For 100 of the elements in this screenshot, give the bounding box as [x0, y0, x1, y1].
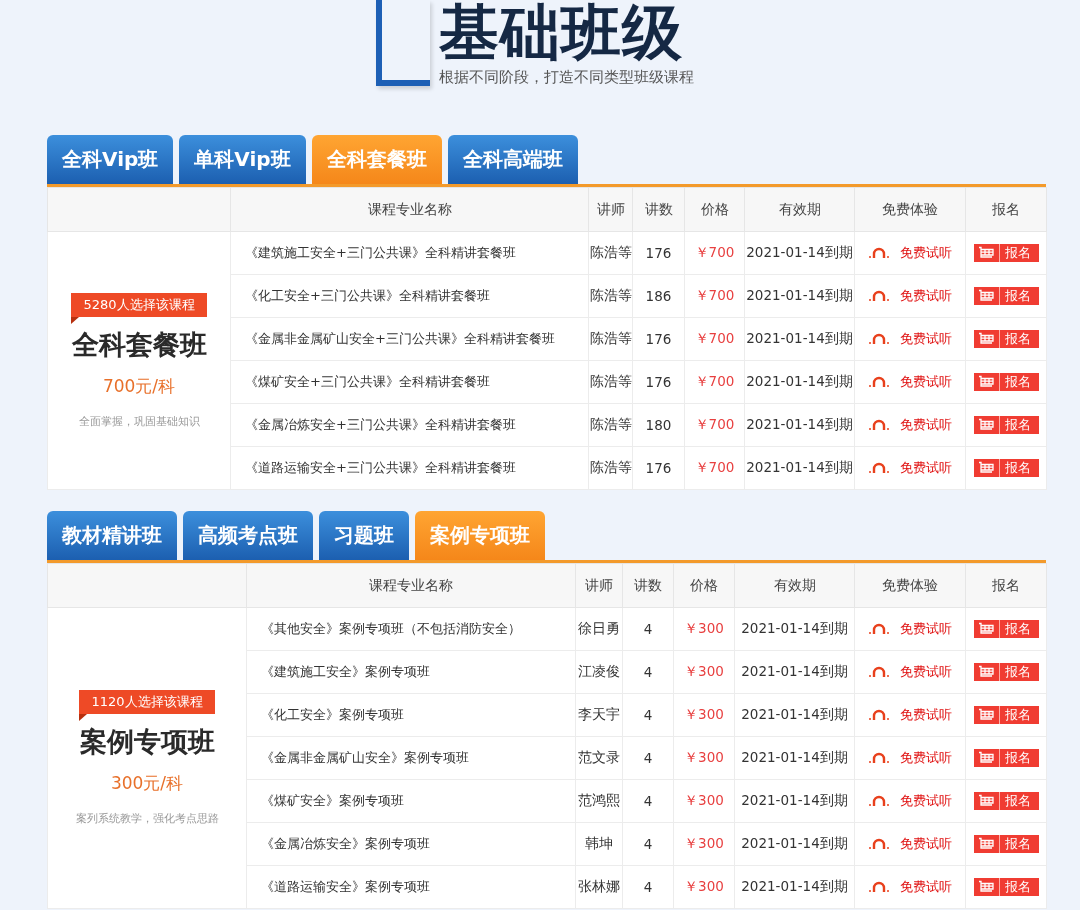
lecture-count: 176 [632, 446, 685, 490]
price-cell: ￥300 [673, 779, 735, 823]
signup-button[interactable]: 报名 [973, 619, 1039, 638]
signup-button[interactable]: 报名 [973, 243, 1039, 262]
course-tab[interactable]: 习题班 [319, 511, 409, 560]
course-name: 《金属非金属矿山安全+三门公共课》全科精讲套餐班 [230, 317, 589, 361]
column-header: 价格 [684, 187, 745, 232]
page-subtitle: 根据不同阶段，打造不同类型班级课程 [439, 68, 694, 87]
lecturer-cell: 陈浩等 [588, 231, 633, 275]
headphones-icon [868, 374, 890, 389]
price-cell: ￥700 [684, 317, 745, 361]
lecturer-cell: 陈浩等 [588, 317, 633, 361]
page-title: 基础班级 [439, 0, 684, 64]
course-name: 《煤矿安全+三门公共课》全科精讲套餐班 [230, 360, 589, 404]
cart-icon [977, 880, 994, 894]
column-header: 报名 [965, 187, 1047, 232]
price-cell: ￥700 [684, 360, 745, 404]
lecturer-cell: 陈浩等 [588, 360, 633, 404]
column-header: 报名 [965, 563, 1047, 608]
lecture-count: 186 [632, 274, 685, 318]
lecture-count: 4 [622, 865, 674, 909]
ribbon-fold [79, 714, 88, 721]
validity-cell: 2021-01-14到期 [744, 274, 855, 318]
headphones-icon [868, 707, 890, 722]
validity-cell: 2021-01-14到期 [734, 865, 855, 909]
headphones-icon [868, 417, 890, 432]
column-header: 课程专业名称 [246, 563, 576, 608]
course-tab[interactable]: 全科Vip班 [47, 135, 174, 184]
package-description: 案列系统教学，强化考点思路 [75, 811, 219, 826]
lecturer-cell: 陈浩等 [588, 446, 633, 490]
cart-icon [977, 837, 994, 851]
cart-icon [977, 289, 994, 303]
course-name: 《金属非金属矿山安全》案例专项班 [246, 736, 576, 780]
package-price: 700元/科 [102, 374, 176, 398]
signup-button[interactable]: 报名 [973, 329, 1039, 348]
course-tab[interactable]: 单科Vip班 [179, 135, 306, 184]
headphones-icon [868, 793, 890, 808]
package-title: 案例专项班 [79, 725, 215, 759]
lecturer-cell: 韩坤 [575, 822, 623, 866]
lecturer-cell: 徐日勇 [575, 607, 623, 651]
cart-icon [977, 332, 994, 346]
column-header: 讲数 [632, 187, 685, 232]
headphones-icon [868, 664, 890, 679]
signup-button[interactable]: 报名 [973, 791, 1039, 810]
lecture-count: 4 [622, 693, 674, 737]
headphones-icon [868, 288, 890, 303]
validity-cell: 2021-01-14到期 [734, 693, 855, 737]
column-header: 讲师 [588, 187, 633, 232]
signup-button[interactable]: 报名 [973, 286, 1039, 305]
signup-button[interactable]: 报名 [973, 415, 1039, 434]
validity-cell: 2021-01-14到期 [744, 317, 855, 361]
lecture-count: 4 [622, 736, 674, 780]
course-name: 《化工安全+三门公共课》全科精讲套餐班 [230, 274, 589, 318]
cart-icon [977, 461, 994, 475]
course-tab[interactable]: 全科高端班 [447, 135, 578, 184]
cart-icon [977, 418, 994, 432]
column-header: 讲数 [622, 563, 674, 608]
column-header: 免费体验 [854, 187, 966, 232]
signup-button[interactable]: 报名 [973, 834, 1039, 853]
course-name: 《金属冶炼安全+三门公共课》全科精讲套餐班 [230, 403, 589, 447]
signup-button[interactable]: 报名 [973, 748, 1039, 767]
course-tab[interactable]: 高频考点班 [183, 511, 313, 560]
signup-button[interactable]: 报名 [973, 458, 1039, 477]
cart-icon [977, 794, 994, 808]
price-cell: ￥700 [684, 446, 745, 490]
column-header: 课程专业名称 [230, 187, 589, 232]
price-cell: ￥300 [673, 865, 735, 909]
headphones-icon [868, 879, 890, 894]
enrollment-badge: 1120人选择该课程 [79, 690, 215, 714]
validity-cell: 2021-01-14到期 [744, 360, 855, 404]
cart-icon [977, 708, 994, 722]
package-price: 300元/科 [110, 772, 184, 795]
lecture-count: 176 [632, 231, 685, 275]
price-cell: ￥300 [673, 607, 735, 651]
signup-button[interactable]: 报名 [973, 372, 1039, 391]
headphones-icon [868, 621, 890, 636]
validity-cell: 2021-01-14到期 [734, 822, 855, 866]
course-tab[interactable]: 教材精讲班 [47, 511, 177, 560]
signup-button[interactable]: 报名 [973, 705, 1039, 724]
price-cell: ￥700 [684, 274, 745, 318]
validity-cell: 2021-01-14到期 [734, 650, 855, 694]
price-cell: ￥700 [684, 231, 745, 275]
package-title: 全科套餐班 [71, 327, 207, 362]
price-cell: ￥300 [673, 650, 735, 694]
column-header: 免费体验 [854, 563, 966, 608]
lecture-count: 4 [622, 607, 674, 651]
headphones-icon [868, 836, 890, 851]
lecture-count: 176 [632, 360, 685, 404]
course-name: 《煤矿安全》案例专项班 [246, 779, 576, 823]
lecture-count: 180 [632, 403, 685, 447]
signup-button[interactable]: 报名 [973, 662, 1039, 681]
ribbon-fold [71, 316, 80, 324]
validity-cell: 2021-01-14到期 [744, 403, 855, 447]
validity-cell: 2021-01-14到期 [744, 446, 855, 490]
headphones-icon [868, 331, 890, 346]
signup-button[interactable]: 报名 [973, 877, 1039, 896]
lecturer-cell: 张林娜 [575, 865, 623, 909]
headphones-icon [868, 750, 890, 765]
column-header: 价格 [673, 563, 735, 608]
price-cell: ￥300 [673, 822, 735, 866]
